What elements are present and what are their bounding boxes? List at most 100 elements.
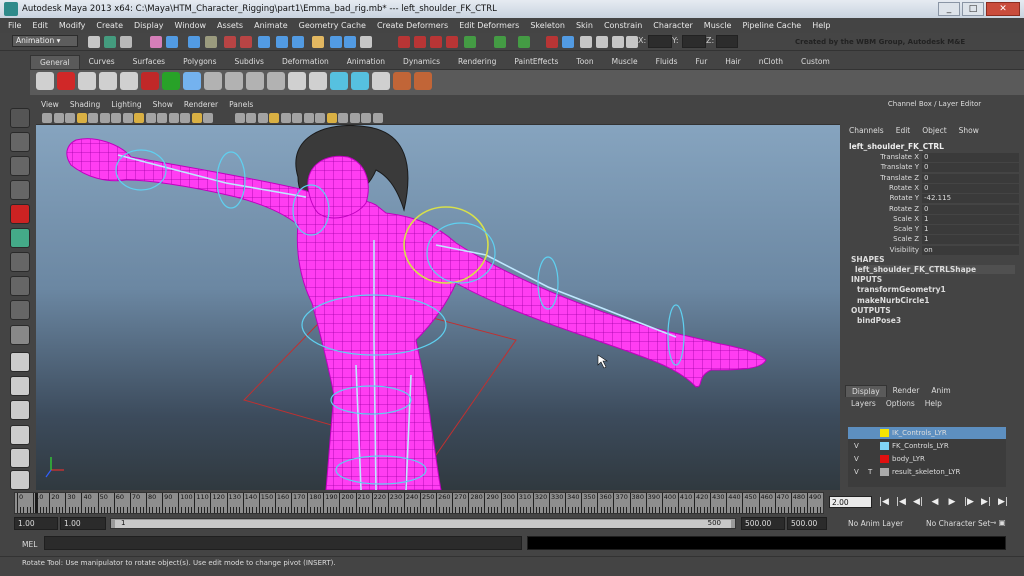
status-line-icon[interactable]: [360, 36, 372, 48]
viewport-toolbar-icon[interactable]: [180, 113, 190, 123]
shelf-tab-animation[interactable]: Animation: [338, 55, 394, 69]
menu-assets[interactable]: Assets: [217, 21, 243, 30]
menu-help[interactable]: Help: [812, 21, 830, 30]
status-line-icon[interactable]: [398, 36, 410, 48]
layer-menu-help[interactable]: Help: [925, 399, 942, 408]
attribute-row[interactable]: Rotate Y -42.115: [847, 194, 1019, 204]
layer-row[interactable]: V FK_Controls_LYR: [848, 440, 1006, 452]
viewport-toolbar-icon[interactable]: [145, 113, 156, 123]
menu-create-deformers[interactable]: Create Deformers: [377, 21, 448, 30]
mel-label[interactable]: MEL: [22, 540, 37, 549]
layer-visibility-toggle[interactable]: V: [854, 453, 859, 465]
shelf-tab-custom[interactable]: Custom: [792, 55, 839, 69]
status-line-icon[interactable]: [612, 36, 624, 48]
status-line-icon[interactable]: [546, 36, 558, 48]
anim-layer-dropdown[interactable]: No Anim Layer: [848, 519, 903, 528]
viewport-menu-lighting[interactable]: Lighting: [111, 100, 141, 111]
viewport-menu-show[interactable]: Show: [153, 100, 173, 111]
shelf-tab-polygons[interactable]: Polygons: [174, 55, 225, 69]
attribute-row[interactable]: Scale Z1: [847, 235, 1019, 245]
viewport-toolbar-icon[interactable]: [65, 113, 75, 123]
output-node[interactable]: bindPose3: [857, 316, 901, 325]
viewport-toolbar-icon[interactable]: [157, 113, 167, 123]
step-back-key-icon[interactable]: |◀: [895, 497, 907, 509]
shelf-tab-fluids[interactable]: Fluids: [647, 55, 687, 69]
shelf-tab-deformation[interactable]: Deformation: [273, 55, 338, 69]
shelf-tab-fur[interactable]: Fur: [687, 55, 717, 69]
menu-file[interactable]: File: [8, 21, 21, 30]
viewport-toolbar-icon[interactable]: [280, 113, 291, 123]
attribute-row[interactable]: Rotate X0: [847, 183, 1019, 194]
step-forward-key-icon[interactable]: ▶|: [980, 497, 992, 509]
viewport-menu-view[interactable]: View: [41, 100, 59, 111]
status-line-icon[interactable]: [494, 36, 506, 48]
toolbox-tool-icon[interactable]: [10, 108, 30, 128]
shelf-tool-icon[interactable]: [99, 72, 117, 90]
attribute-value[interactable]: 0: [922, 153, 1019, 162]
attribute-value[interactable]: 0: [922, 163, 1019, 173]
shelf-tool-icon[interactable]: [141, 72, 159, 90]
shelf-tool-icon[interactable]: [351, 72, 369, 90]
status-line-icon[interactable]: [88, 36, 100, 48]
toolbox-tool-icon[interactable]: [10, 276, 30, 296]
shelf-tool-icon[interactable]: [78, 72, 96, 90]
shape-node[interactable]: left_shoulder_FK_CTRLShape: [855, 265, 1015, 274]
attribute-row[interactable]: Scale X1: [847, 214, 1019, 225]
character-set-dropdown[interactable]: No Character Set: [926, 519, 990, 528]
go-to-start-icon[interactable]: |◀: [878, 497, 890, 509]
channel-box-menu-object[interactable]: Object: [922, 126, 946, 135]
attribute-value[interactable]: 0: [922, 173, 1019, 183]
attribute-value[interactable]: 1: [922, 225, 1019, 235]
attribute-value[interactable]: on: [922, 245, 1019, 255]
toolbox-tool-icon[interactable]: [10, 448, 30, 468]
viewport-menu-shading[interactable]: Shading: [70, 100, 100, 111]
viewport-toolbar-icon[interactable]: [361, 113, 371, 123]
menu-set-dropdown[interactable]: Animation ▾: [12, 35, 78, 47]
step-forward-frame-icon[interactable]: |▶: [963, 497, 975, 509]
viewport-toolbar-icon[interactable]: [191, 113, 202, 123]
viewport-toolbar-icon[interactable]: [372, 113, 383, 123]
viewport-toolbar-icon[interactable]: [99, 113, 110, 123]
shelf-tab-rendering[interactable]: Rendering: [449, 55, 505, 69]
toolbox-tool-icon[interactable]: [10, 425, 30, 445]
layer-menu-options[interactable]: Options: [886, 399, 915, 408]
current-time-marker[interactable]: [35, 493, 38, 513]
toolbox-tool-icon[interactable]: [10, 156, 30, 176]
viewport-toolbar-icon[interactable]: [42, 113, 52, 123]
channel-box-menu-show[interactable]: Show: [959, 126, 979, 135]
range-slider-handle[interactable]: [115, 520, 731, 528]
status-line-icon[interactable]: [104, 36, 116, 48]
status-line-icon[interactable]: [205, 36, 217, 48]
z-field[interactable]: [716, 35, 738, 48]
attribute-row[interactable]: Translate X0: [847, 153, 1019, 163]
mel-input[interactable]: [44, 536, 522, 550]
viewport-toolbar-icon[interactable]: [122, 113, 133, 123]
y-field[interactable]: [682, 35, 706, 48]
range-slider[interactable]: 1 500: [110, 518, 736, 529]
step-back-frame-icon[interactable]: ◀|: [912, 497, 924, 509]
time-slider[interactable]: 0 10 20 30 40 50 60 70 80 90 100 110 120 130 140 150 160…: [14, 492, 824, 514]
status-line-icon[interactable]: [312, 36, 324, 48]
toolbox-tool-icon[interactable]: [10, 352, 30, 372]
attribute-value[interactable]: -42.115: [922, 194, 1019, 204]
playback-end-field[interactable]: 500.00: [741, 517, 785, 530]
attribute-value[interactable]: 1: [922, 235, 1019, 245]
attribute-value[interactable]: 0: [922, 183, 1019, 193]
status-line-icon[interactable]: [430, 36, 442, 48]
status-line-icon[interactable]: [224, 36, 236, 48]
status-line-icon[interactable]: [188, 36, 200, 48]
toolbox-tool-icon[interactable]: [10, 180, 30, 200]
status-line-icon[interactable]: [120, 36, 132, 48]
shelf-tab-general[interactable]: General: [30, 55, 80, 69]
current-frame-field[interactable]: 2.00: [829, 496, 872, 508]
layer-tab-render[interactable]: Render: [887, 385, 926, 397]
layer-color-swatch[interactable]: [880, 455, 889, 463]
menu-geometry-cache[interactable]: Geometry Cache: [299, 21, 366, 30]
status-line-icon[interactable]: [344, 36, 356, 48]
toolbox-tool-icon[interactable]: [10, 300, 30, 320]
status-line-icon[interactable]: [580, 36, 592, 48]
viewport-toolbar-icon[interactable]: [292, 113, 302, 123]
menu-modify[interactable]: Modify: [59, 21, 86, 30]
channel-box-menu-edit[interactable]: Edit: [896, 126, 911, 135]
end-time-field[interactable]: 500.00: [787, 517, 827, 530]
